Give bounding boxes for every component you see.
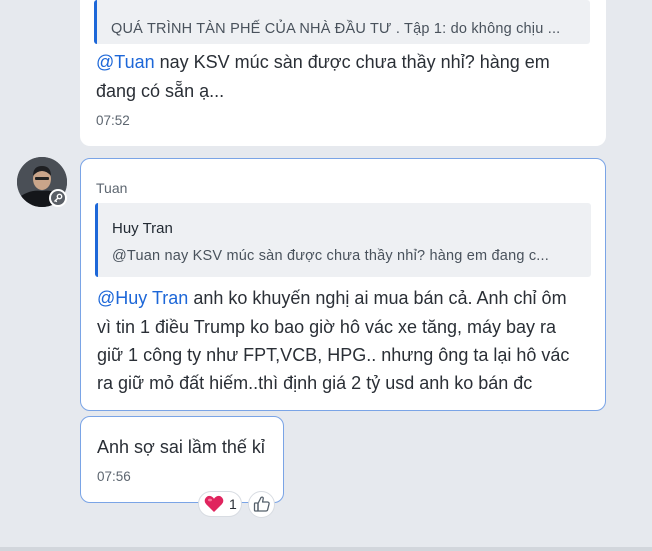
key-badge [49, 189, 67, 207]
heart-icon [204, 495, 224, 512]
message-text: nay KSV múc sàn được chưa thầy nhỉ? hàng… [154, 52, 550, 72]
message-text-line: giữ 1 công ty như FPT,VCB, HPG.. nhưng ô… [97, 345, 570, 365]
message-text: Anh sợ sai lầm thế kỉ [97, 437, 265, 457]
quoted-message-text: QUÁ TRÌNH TÀN PHẾ CỦA NHÀ ĐẦU TƯ . Tập 1… [111, 21, 561, 37]
mention-link[interactable]: @Huy Tran [97, 288, 188, 308]
like-button[interactable] [248, 491, 275, 518]
mention-link[interactable]: @Tuan [96, 52, 155, 72]
sender-name[interactable]: Tuan [96, 180, 127, 196]
message-text: anh ko khuyến nghị ai mua bán cả. Anh ch… [188, 288, 567, 308]
quoted-message[interactable]: Huy Tran @Tuan nay KSV múc sàn được chưa… [95, 203, 591, 277]
message-text-line: ra giữ mỏ đất hiếm..thì định giá 2 tỷ us… [97, 373, 533, 393]
message-time: 07:52 [96, 113, 130, 128]
thumbs-up-icon [253, 496, 270, 512]
message-bubble-2[interactable]: Tuan Huy Tran @Tuan nay KSV múc sàn được… [80, 158, 606, 411]
message-text-line: đang có sẵn ạ... [96, 81, 225, 101]
reaction-count: 1 [229, 496, 237, 512]
quoted-message-text: @Tuan nay KSV múc sàn được chưa thầy nhỉ… [112, 248, 549, 264]
message-text-line: vì tin 1 điều Trump ko bao giờ hô vác xe… [97, 317, 557, 337]
key-icon [51, 191, 65, 205]
reaction-button[interactable]: 1 [198, 491, 242, 517]
bottom-divider [0, 547, 652, 551]
message-bubble-3[interactable]: Anh sợ sai lầm thế kỉ 07:56 [80, 416, 284, 503]
quoted-message-author: Huy Tran [112, 220, 173, 237]
message-time: 07:56 [97, 469, 131, 484]
chat-conversation: QUÁ TRÌNH TÀN PHẾ CỦA NHÀ ĐẦU TƯ . Tập 1… [0, 0, 652, 551]
message-text-line: @Tuan nay KSV múc sàn được chưa thầy nhỉ… [96, 49, 550, 75]
quoted-message[interactable]: QUÁ TRÌNH TÀN PHẾ CỦA NHÀ ĐẦU TƯ . Tập 1… [94, 0, 590, 44]
message-bubble-1[interactable]: QUÁ TRÌNH TÀN PHẾ CỦA NHÀ ĐẦU TƯ . Tập 1… [80, 0, 606, 146]
message-text-line: @Huy Tran anh ko khuyến nghị ai mua bán … [97, 285, 567, 311]
